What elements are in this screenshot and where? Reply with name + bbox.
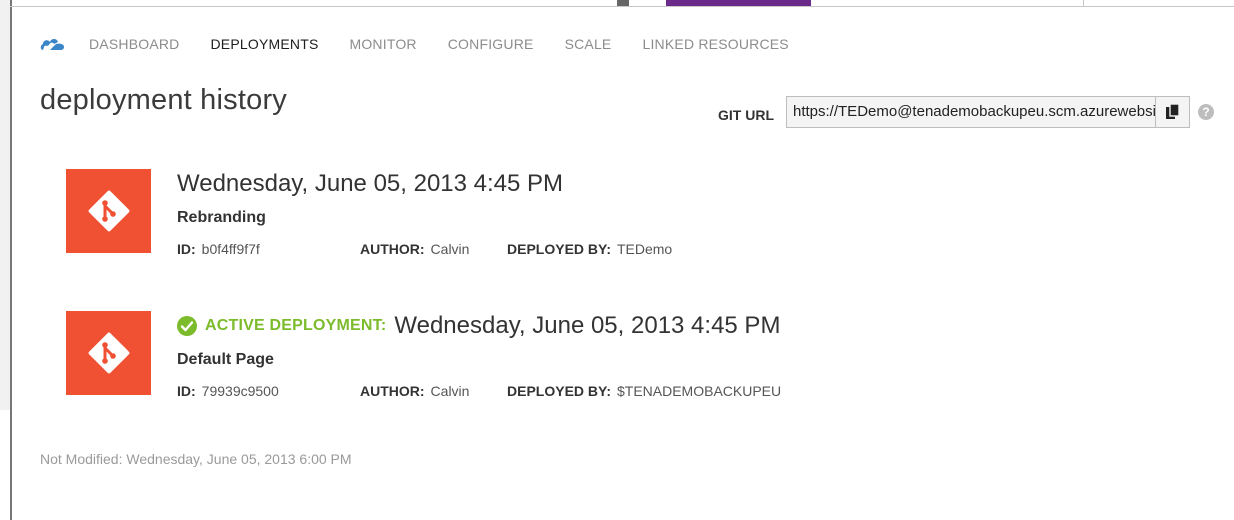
deployment-id: 79939c9500 [201,383,279,399]
help-icon[interactable]: ? [1198,104,1214,120]
page-title: deployment history [40,84,287,116]
active-deployment-badge: ACTIVE DEPLOYMENT: [177,316,386,336]
frame-left-border [10,0,12,520]
top-grey-block [617,0,629,6]
deployed-by-label: DEPLOYED BY: [507,241,611,257]
deployed-by-label: DEPLOYED BY: [507,383,611,399]
git-url-field[interactable]: https://TEDemo@tenademobackupeu.scm.azur… [786,96,1156,128]
frame-top-border [10,6,1234,7]
git-logo-icon [66,311,151,395]
deployment-title-row: ACTIVE DEPLOYMENT: Wednesday, June 05, 2… [177,311,781,341]
deployment-message: Rebranding [177,209,266,226]
deployment-title: Wednesday, June 05, 2013 4:45 PM [177,170,564,197]
top-nav: DASHBOARD DEPLOYMENTS MONITOR CONFIGURE … [40,32,820,56]
deployment-meta: ID: b0f4ff9f7f AUTHOR: Calvin DEPLOYED B… [177,241,672,257]
deployment-author: Calvin [430,241,470,257]
nav-scale[interactable]: SCALE [565,36,612,52]
deployment-id: b0f4ff9f7f [201,241,260,257]
azure-cloud-icon[interactable] [40,35,66,53]
deployment-deployed-by: $TENADEMOBACKUPEU [616,383,782,399]
nav-dashboard[interactable]: DASHBOARD [89,36,179,52]
git-url-label: GIT URL [718,107,774,123]
left-panel-shade [0,0,10,410]
nav-linked-resources[interactable]: LINKED RESOURCES [642,36,788,52]
active-deployment-label: ACTIVE DEPLOYMENT: [205,317,387,334]
nav-configure[interactable]: CONFIGURE [448,36,534,52]
nav-deployments[interactable]: DEPLOYMENTS [210,36,318,52]
author-label: AUTHOR: [360,241,425,257]
deployment-message: Default Page [177,351,274,368]
deployment-author: Calvin [430,383,470,399]
copy-button[interactable] [1156,96,1190,128]
deployment-meta: ID: 79939c9500 AUTHOR: Calvin DEPLOYED B… [177,383,781,399]
check-circle-icon [177,316,197,336]
copy-icon [1165,104,1180,119]
author-label: AUTHOR: [360,383,425,399]
deployment-title: Wednesday, June 05, 2013 4:45 PM [394,312,781,339]
git-logo-icon [66,169,151,253]
frame-top-tick [1083,0,1084,7]
top-purple-block [666,0,811,6]
deployment-deployed-by: TEDemo [616,241,673,257]
id-label: ID: [177,241,196,257]
not-modified-note: Not Modified: Wednesday, June 05, 2013 6… [40,451,352,467]
nav-monitor[interactable]: MONITOR [349,36,416,52]
id-label: ID: [177,383,196,399]
